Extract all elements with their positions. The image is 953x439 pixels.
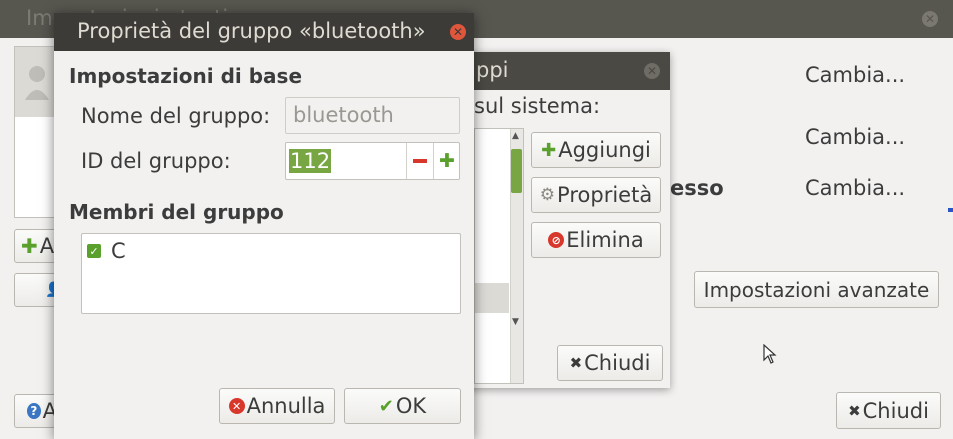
delete-group-label: Elimina <box>566 228 644 252</box>
change-label-2[interactable]: Cambia... <box>805 125 905 149</box>
plus-icon: ✚ <box>541 139 557 161</box>
members-heading: Membri del gruppo <box>69 200 284 224</box>
group-name-label: Nome del gruppo: <box>81 104 271 128</box>
basic-settings-heading: Impostazioni di base <box>69 64 303 88</box>
plus-icon: ✚ <box>439 150 455 172</box>
add-group-label: Aggiungi <box>558 138 651 162</box>
change-label-1[interactable]: Cambia... <box>805 63 905 87</box>
cancel-icon: ✕ <box>228 398 245 414</box>
group-name-value: bluetooth <box>293 103 394 127</box>
member-row[interactable]: ✓ C <box>87 239 126 263</box>
member-checkbox[interactable]: ✓ <box>87 244 101 258</box>
plus-icon: ✚ <box>21 234 38 258</box>
increment-button[interactable]: ✚ <box>433 143 460 179</box>
groups-list-selected-row[interactable] <box>475 283 509 313</box>
group-properties-label: Proprietà <box>557 183 653 207</box>
delete-icon: ⊘ <box>548 232 565 248</box>
user-avatar-icon <box>24 62 50 102</box>
ok-button[interactable]: ✔ OK <box>344 388 461 424</box>
mouse-cursor-icon <box>763 343 777 369</box>
delete-group-button[interactable]: ⊘ Elimina <box>531 222 661 258</box>
help-button[interactable]: ? A <box>14 394 58 428</box>
group-properties-dialog: Proprietà del gruppo «bluetooth» ✕ Impos… <box>54 13 474 439</box>
group-id-label: ID del gruppo: <box>81 149 231 173</box>
system-groups-label: sul sistema: <box>474 94 601 118</box>
ok-label: OK <box>395 394 427 418</box>
scroll-up-icon[interactable]: ▲ <box>512 131 519 141</box>
group-name-field[interactable]: bluetooth <box>285 97 460 134</box>
add-user-label: A <box>39 234 55 258</box>
main-close-button[interactable]: ✖ Chiudi <box>836 392 941 429</box>
main-close-icon[interactable]: ✕ <box>922 11 938 27</box>
help-icon: ? <box>27 403 41 419</box>
groups-close-button[interactable]: ✖ Chiudi <box>557 345 663 381</box>
main-close-label: Chiudi <box>862 398 929 423</box>
add-group-button[interactable]: ✚ Aggiungi <box>531 132 661 168</box>
members-list[interactable]: ✓ C <box>81 233 461 314</box>
decrement-button[interactable] <box>406 143 433 179</box>
close-x-icon: ✖ <box>848 401 861 420</box>
scroll-down-icon[interactable]: ▼ <box>512 317 519 327</box>
dialog-title: Proprietà del gruppo «bluetooth» <box>77 19 426 43</box>
change-label-3[interactable]: Cambia... <box>805 176 905 200</box>
member-name: C <box>111 239 126 263</box>
right-edge-link-marks <box>948 190 953 370</box>
group-id-spinner[interactable]: 112 ✚ <box>285 142 460 180</box>
dialog-close-icon[interactable]: ✕ <box>450 24 466 40</box>
group-properties-button[interactable]: ⚙ Proprietà <box>531 177 661 213</box>
close-x-icon: ✖ <box>569 354 583 372</box>
group-id-value[interactable]: 112 <box>289 149 332 173</box>
cancel-button[interactable]: ✕ Annulla <box>219 388 335 424</box>
check-icon: ✔ <box>378 395 394 417</box>
groups-close-icon[interactable]: ✕ <box>644 63 660 79</box>
gear-icon: ⚙ <box>539 185 556 205</box>
groups-window-title: ppi <box>476 58 509 82</box>
groups-close-label: Chiudi <box>584 351 651 375</box>
scrollbar-thumb[interactable] <box>511 149 522 193</box>
advanced-settings-button[interactable]: Impostazioni avanzate <box>694 271 939 308</box>
minus-icon <box>413 159 427 163</box>
access-label: esso <box>670 176 724 200</box>
cancel-label: Annulla <box>246 394 326 418</box>
